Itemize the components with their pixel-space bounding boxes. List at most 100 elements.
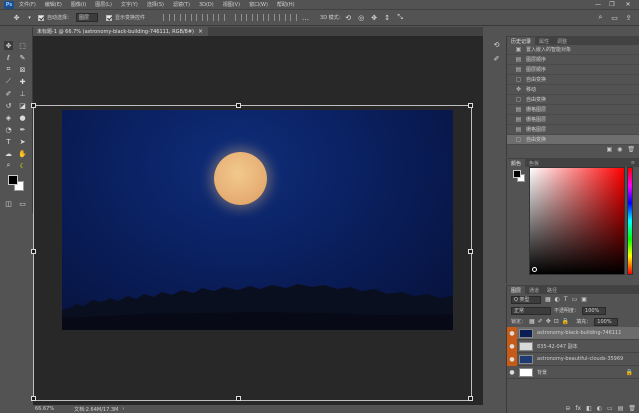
show-transform-checkbox[interactable]	[106, 14, 113, 21]
3d-scale-icon[interactable]: ⤡	[396, 13, 405, 22]
opacity-input[interactable]: 100%	[582, 306, 607, 315]
menu-layer[interactable]: 图层(L)	[95, 1, 112, 8]
history-item[interactable]: ✥ 移动	[507, 85, 639, 95]
filter-adjust-icon[interactable]: ◐	[555, 296, 560, 303]
tab-color[interactable]: 颜色	[507, 159, 526, 167]
menu-image[interactable]: 图像(I)	[71, 1, 86, 8]
panel-menu-icon[interactable]: ≡	[627, 159, 639, 167]
auto-select-checkbox[interactable]	[38, 14, 44, 21]
blur-tool-icon[interactable]: ●	[18, 113, 27, 122]
align-bottom-icon[interactable]	[218, 14, 226, 21]
color-picker-field[interactable]	[529, 167, 625, 275]
pen-tool-icon[interactable]: ✒	[18, 125, 27, 134]
history-panel-icon[interactable]: ⟲	[492, 40, 501, 49]
3d-roll-icon[interactable]: ◎	[357, 13, 366, 22]
healing-brush-tool-icon[interactable]: ✚	[18, 77, 27, 86]
add-mask-icon[interactable]: ◧	[586, 405, 592, 412]
distribute-top-icon[interactable]	[268, 14, 276, 21]
eraser-tool-icon[interactable]: ◪	[18, 101, 27, 110]
filter-pixel-icon[interactable]: ▦	[545, 296, 551, 303]
paint-bucket-tool-icon[interactable]: ◈	[4, 113, 13, 122]
history-item[interactable]: ▤ 栅格图层	[507, 115, 639, 125]
tab-swatches[interactable]: 色板	[525, 159, 543, 167]
hand-tool-icon[interactable]: ✋	[18, 149, 27, 158]
menu-type[interactable]: 文字(Y)	[121, 1, 138, 8]
eyedropper-tool-icon[interactable]: ⟋	[4, 77, 13, 86]
foreground-color-swatch[interactable]	[513, 170, 521, 178]
menu-window[interactable]: 窗口(W)	[249, 1, 268, 8]
transform-handle-right[interactable]	[468, 249, 473, 254]
menu-filter[interactable]: 滤镜(T)	[173, 1, 190, 8]
frame-tool-icon[interactable]: ⊠	[18, 65, 27, 74]
3d-rotate-icon[interactable]: ⟲	[344, 13, 353, 22]
transform-handle-bottom-right[interactable]	[468, 396, 473, 401]
brush-tool-icon[interactable]: ✐	[4, 89, 13, 98]
3d-pan-icon[interactable]: ✥	[370, 13, 379, 22]
transform-handle-top[interactable]	[236, 103, 241, 108]
share-icon[interactable]: ⇪	[624, 13, 633, 22]
transform-handle-bottom[interactable]	[236, 396, 241, 401]
menu-edit[interactable]: 编辑(E)	[45, 1, 62, 8]
distribute-bottom-icon[interactable]	[290, 14, 298, 21]
history-item[interactable]: ▢ 自由变换	[507, 95, 639, 105]
menu-select[interactable]: 选择(S)	[147, 1, 164, 8]
history-item[interactable]: ▣ 置入嵌入的智能对象	[507, 45, 639, 55]
transform-bounding-box[interactable]	[31, 103, 473, 401]
tab-layers[interactable]: 图层	[507, 286, 526, 294]
distribute-middle-icon[interactable]	[279, 14, 287, 21]
layer-row[interactable]: ● astronomy-black-building-746111	[507, 326, 639, 340]
delete-icon[interactable]: 🗑	[627, 146, 635, 153]
history-item[interactable]: ▤ 图层顺序	[507, 65, 639, 75]
foreground-color-swatch[interactable]	[8, 175, 18, 185]
auto-select-dropdown[interactable]: 图层	[76, 13, 99, 22]
3d-slide-icon[interactable]: ↕	[383, 13, 392, 22]
adjustment-layer-icon[interactable]: ◐	[597, 405, 602, 412]
lock-artboard-icon[interactable]: ⊡	[554, 318, 559, 325]
layer-filter-dropdown[interactable]: Q 类型	[511, 295, 541, 304]
layer-row[interactable]: ● astronomy-beautiful-clouds-35969	[507, 352, 639, 366]
align-right-icon[interactable]	[185, 14, 193, 21]
close-tab-icon[interactable]: ×	[198, 28, 203, 35]
transform-handle-bottom-left[interactable]	[31, 396, 36, 401]
lock-paint-icon[interactable]: ✐	[538, 318, 543, 325]
tab-adjustments[interactable]: 调整	[553, 37, 571, 45]
workspace-icon[interactable]: ▭	[610, 13, 619, 22]
banana-icon[interactable]: ☾	[18, 161, 27, 170]
distribute-center-icon[interactable]	[246, 14, 254, 21]
screen-mode-icon[interactable]: ▭	[18, 199, 27, 208]
maximize-button[interactable]: ❐	[606, 0, 618, 9]
zoom-tool-icon[interactable]: ⌕	[4, 161, 13, 170]
tab-properties[interactable]: 属性	[535, 37, 553, 45]
transform-handle-left[interactable]	[31, 249, 36, 254]
tab-paths[interactable]: 路径	[543, 286, 561, 294]
layer-row[interactable]: ● 背景 🔒	[507, 366, 639, 379]
history-item-selected[interactable]: ▢ 自由变换	[507, 135, 639, 145]
distribute-left-icon[interactable]	[235, 14, 243, 21]
type-tool-icon[interactable]: T	[4, 137, 13, 146]
lock-all-icon[interactable]: 🔒	[562, 318, 569, 325]
visibility-eye-icon[interactable]: ●	[507, 366, 517, 379]
lasso-tool-icon[interactable]: ℓ	[4, 53, 13, 62]
new-document-from-state-icon[interactable]: ▣	[606, 146, 612, 153]
history-item[interactable]: ▤ 栅格图层	[507, 125, 639, 135]
search-icon[interactable]: ⌕	[596, 13, 605, 22]
align-center-icon[interactable]	[174, 14, 182, 21]
menu-3d[interactable]: 3D(D)	[199, 2, 214, 8]
visibility-eye-icon[interactable]: ●	[507, 326, 517, 340]
stamp-tool-icon[interactable]: ⊥	[18, 89, 27, 98]
distribute-right-icon[interactable]	[257, 14, 265, 21]
history-item[interactable]: ▤ 栅格图层	[507, 105, 639, 115]
color-picker-cursor[interactable]	[532, 267, 537, 272]
transform-handle-top-right[interactable]	[468, 103, 473, 108]
visibility-eye-icon[interactable]: ●	[507, 352, 517, 366]
hue-slider[interactable]	[627, 167, 633, 275]
filter-shape-icon[interactable]: ▭	[572, 296, 578, 303]
status-arrow-icon[interactable]: ›	[122, 406, 124, 412]
more-options-icon[interactable]: …	[301, 13, 310, 22]
dodge-tool-icon[interactable]: ◔	[4, 125, 13, 134]
align-top-icon[interactable]	[196, 14, 204, 21]
zoom-level[interactable]: 66.67%	[35, 406, 54, 412]
canvas-workspace[interactable]	[31, 36, 483, 405]
transform-handle-top-left[interactable]	[31, 103, 36, 108]
new-layer-icon[interactable]: ▤	[618, 405, 624, 412]
